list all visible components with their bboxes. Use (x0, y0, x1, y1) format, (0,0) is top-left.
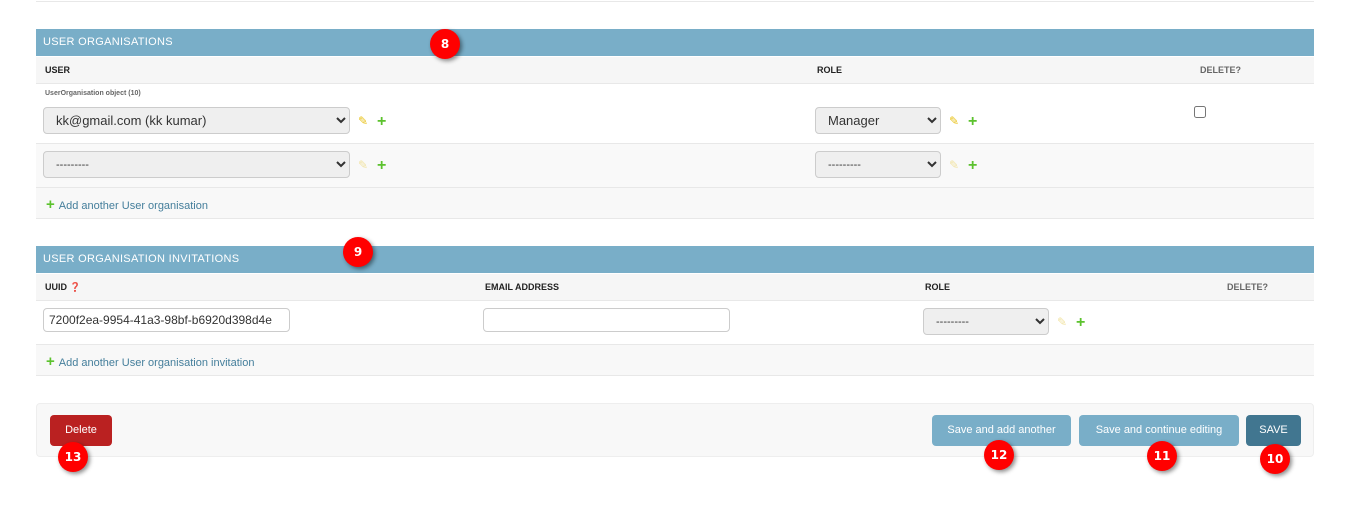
add-plus-icon[interactable]: + (377, 158, 386, 174)
annotation-badge: 8 (430, 29, 460, 59)
annotation-badge: 10 (1260, 444, 1290, 474)
save-button[interactable]: SAVE (1246, 415, 1301, 446)
object-label: UserOrganisation object (10) (45, 90, 141, 97)
add-plus-icon[interactable]: + (377, 114, 386, 130)
edit-pencil-icon: ✎ (949, 158, 960, 172)
role-select[interactable]: Manager (815, 107, 941, 134)
role-select[interactable]: --------- (923, 308, 1049, 335)
invitations-column-headers: UUID ❓ EMAIL ADDRESS ROLE DELETE? (36, 274, 1314, 301)
role-select[interactable]: --------- (815, 151, 941, 178)
add-row: + Add another User organisation invitatio… (36, 345, 1314, 376)
user-select[interactable]: kk@gmail.com (kk kumar) (43, 107, 350, 134)
annotation-badge: 13 (58, 442, 88, 472)
table-row: --------- ✎ + --------- ✎ + (36, 144, 1314, 188)
column-uuid: UUID ❓ (45, 274, 81, 301)
edit-pencil-icon: ✎ (358, 158, 369, 172)
column-delete: DELETE? (1227, 282, 1269, 292)
help-icon[interactable]: ❓ (70, 282, 81, 292)
add-user-organisation-link[interactable]: + Add another User organisation (46, 196, 208, 213)
add-link-label: Add another User organisation invitation (58, 357, 255, 369)
add-link-label: Add another User organisation (58, 200, 208, 212)
user-select[interactable]: --------- (43, 151, 350, 178)
plus-icon: + (46, 196, 55, 213)
add-plus-icon[interactable]: + (968, 158, 977, 174)
annotation-badge: 12 (984, 440, 1014, 470)
annotation-badge: 11 (1147, 441, 1177, 471)
add-plus-icon[interactable]: + (968, 114, 977, 130)
uuid-input[interactable] (43, 308, 290, 332)
delete-button[interactable]: Delete (50, 415, 112, 446)
user-organisations-column-headers: USER ROLE DELETE? (36, 57, 1314, 84)
annotation-badge: 9 (343, 237, 373, 267)
column-role: ROLE (925, 282, 951, 292)
add-row: + Add another User organisation (36, 188, 1314, 219)
table-row: UserOrganisation object (10) kk@gmail.co… (36, 84, 1314, 144)
column-email: EMAIL ADDRESS (485, 282, 560, 292)
plus-icon: + (46, 353, 55, 370)
add-plus-icon[interactable]: + (1076, 315, 1085, 331)
column-delete: DELETE? (1200, 65, 1242, 75)
user-organisations-header: USER ORGANISATIONS (36, 29, 1314, 56)
invitations-header: USER ORGANISATION INVITATIONS (36, 246, 1314, 273)
add-invitation-link[interactable]: + Add another User organisation invitatio… (46, 353, 254, 370)
edit-pencil-icon: ✎ (1057, 315, 1068, 329)
column-role: ROLE (817, 65, 843, 75)
delete-checkbox[interactable] (1194, 106, 1206, 118)
edit-pencil-icon[interactable]: ✎ (358, 114, 368, 128)
table-row: --------- ✎ + (36, 301, 1314, 345)
email-input[interactable] (483, 308, 730, 332)
divider (36, 1, 1314, 2)
column-uuid-label: UUID (45, 282, 67, 292)
edit-pencil-icon[interactable]: ✎ (949, 114, 959, 128)
column-user: USER (45, 65, 71, 75)
